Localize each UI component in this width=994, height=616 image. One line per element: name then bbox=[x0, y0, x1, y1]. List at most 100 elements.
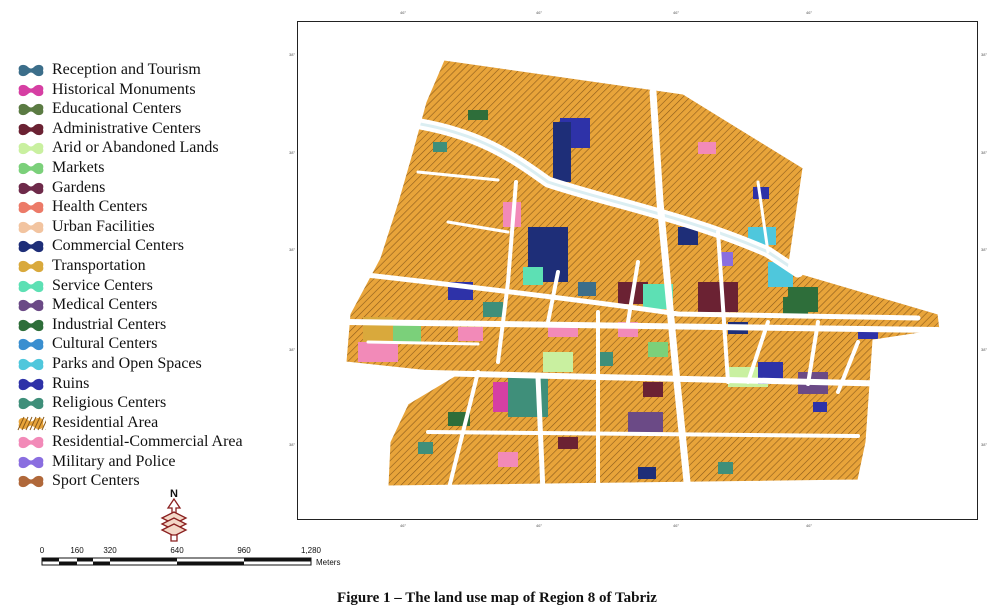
legend-label: Transportation bbox=[52, 256, 146, 274]
scale-label: 0 bbox=[39, 546, 45, 555]
scale-label: 640 bbox=[170, 546, 184, 555]
tick-label: 38° bbox=[289, 150, 296, 155]
figure-caption: Figure 1 – The land use map of Region 8 … bbox=[337, 590, 657, 606]
legend-item: Industrial Centers bbox=[14, 315, 294, 335]
scale-units: Meters bbox=[316, 558, 341, 567]
land-parcel bbox=[433, 142, 447, 152]
land-parcel bbox=[508, 377, 548, 417]
legend-label: Historical Monuments bbox=[52, 80, 196, 98]
legend-label: Reception and Tourism bbox=[52, 61, 201, 78]
legend-label: Military and Police bbox=[52, 452, 176, 470]
tick-label: 38° bbox=[981, 247, 988, 252]
legend-item: Historical Monuments bbox=[14, 80, 294, 100]
legend-swatch bbox=[18, 84, 44, 96]
land-parcel bbox=[418, 442, 433, 454]
land-parcel bbox=[813, 402, 827, 412]
legend-label: Parks and Open Spaces bbox=[52, 354, 202, 372]
land-parcel bbox=[698, 142, 716, 154]
tick-label: 38° bbox=[981, 347, 988, 352]
land-parcel bbox=[698, 282, 738, 312]
legend-label: Cultural Centers bbox=[52, 335, 158, 353]
legend-swatch bbox=[18, 397, 44, 410]
scale-label: 160 bbox=[70, 546, 84, 555]
scale-label: 1,280 bbox=[300, 546, 322, 555]
legend-item: Residential Area bbox=[14, 413, 294, 433]
tick-label: 38° bbox=[289, 52, 296, 57]
legend-swatch bbox=[18, 64, 44, 77]
legend-item: Administrative Centers bbox=[14, 119, 294, 139]
legend-swatch bbox=[18, 339, 44, 351]
legend-label: Service Centers bbox=[52, 276, 153, 294]
land-parcel bbox=[628, 412, 663, 432]
land-parcel bbox=[718, 462, 733, 474]
legend-swatch bbox=[18, 143, 44, 155]
land-parcel bbox=[373, 222, 383, 232]
legend-label: Residential Area bbox=[52, 413, 159, 431]
legend-item: Arid or Abandoned Lands bbox=[14, 138, 294, 158]
legend-label: Health Centers bbox=[52, 198, 148, 216]
legend-swatch bbox=[18, 123, 44, 135]
legend-label: Arid or Abandoned Lands bbox=[52, 139, 219, 157]
land-parcel bbox=[558, 437, 578, 449]
legend-item: Urban Facilities bbox=[14, 217, 294, 237]
legend-swatch bbox=[18, 476, 44, 488]
tick-label: 46° bbox=[536, 523, 543, 528]
legend-label: Residential-Commercial Area bbox=[52, 433, 243, 451]
land-parcel bbox=[468, 110, 488, 120]
legend-item: Cultural Centers bbox=[14, 334, 294, 354]
legend-item: Religious Centers bbox=[14, 393, 294, 413]
tick-label: 38° bbox=[981, 150, 988, 155]
tick-label: 38° bbox=[981, 52, 988, 57]
legend-swatch bbox=[18, 241, 44, 253]
legend-item: Military and Police bbox=[14, 452, 294, 472]
legend-item: Educational Centers bbox=[14, 99, 294, 119]
legend-swatch bbox=[18, 300, 44, 312]
legend-item: Markets bbox=[14, 158, 294, 178]
tick-label: 38° bbox=[981, 442, 988, 447]
legend-item: Gardens bbox=[14, 178, 294, 198]
scale-label: 960 bbox=[237, 546, 251, 555]
legend-item: Ruins bbox=[14, 374, 294, 394]
legend-label: Religious Centers bbox=[52, 394, 167, 412]
legend-swatch bbox=[18, 358, 44, 371]
legend-swatch bbox=[18, 162, 44, 175]
legend-swatch bbox=[18, 456, 44, 468]
legend-item: Reception and Tourism bbox=[14, 60, 294, 80]
land-parcel bbox=[403, 372, 421, 384]
legend-swatch bbox=[18, 280, 44, 292]
tick-label: 46° bbox=[673, 10, 680, 15]
legend-item: Health Centers bbox=[14, 197, 294, 217]
legend-item: Sport Centers bbox=[14, 471, 294, 491]
map-legend: Reception and Tourism Historical Monument… bbox=[14, 60, 294, 491]
legend-label: Educational Centers bbox=[52, 100, 182, 118]
land-parcel bbox=[358, 342, 398, 362]
land-parcel bbox=[578, 282, 596, 296]
legend-item: Transportation bbox=[14, 256, 294, 276]
legend-label: Industrial Centers bbox=[52, 315, 167, 333]
scale-label: 320 bbox=[103, 546, 117, 555]
legend-swatch bbox=[18, 437, 44, 449]
legend-swatch bbox=[18, 182, 44, 194]
tick-label: 38° bbox=[289, 442, 296, 447]
land-parcel bbox=[543, 352, 573, 372]
legend-item: Residential-Commercial Area bbox=[14, 432, 294, 452]
legend-swatch bbox=[18, 202, 44, 214]
tick-label: 46° bbox=[400, 10, 407, 15]
land-parcel bbox=[648, 342, 668, 357]
legend-item: Service Centers bbox=[14, 276, 294, 296]
tick-label: 46° bbox=[806, 10, 813, 15]
legend-label: Commercial Centers bbox=[52, 237, 184, 255]
legend-label: Ruins bbox=[52, 374, 90, 392]
legend-swatch bbox=[18, 378, 44, 390]
land-parcel bbox=[483, 302, 503, 317]
legend-label: Markets bbox=[52, 158, 105, 176]
legend-swatch bbox=[18, 104, 44, 116]
land-parcel bbox=[553, 122, 571, 182]
tick-label: 46° bbox=[400, 523, 407, 528]
land-parcel bbox=[643, 382, 663, 397]
land-use-map bbox=[345, 59, 941, 487]
scale-bar-graphic bbox=[41, 557, 312, 566]
land-parcel bbox=[458, 327, 483, 341]
map-frame: 46° 46° 46° 46° 46° 46° 46° 46° 38° 38° … bbox=[289, 10, 987, 528]
land-parcel bbox=[498, 452, 518, 467]
